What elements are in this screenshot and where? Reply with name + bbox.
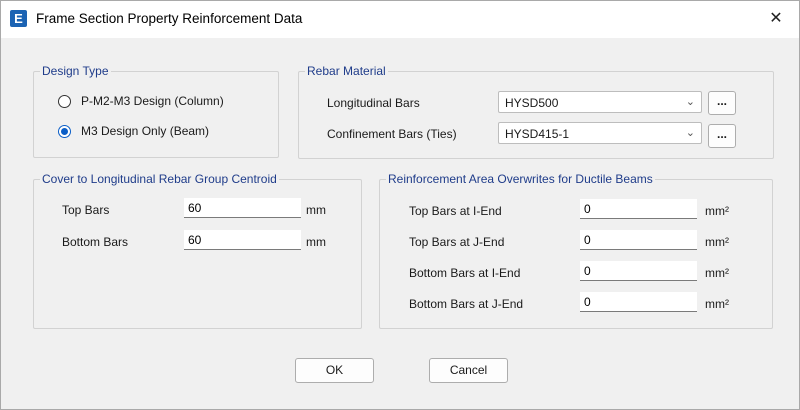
longitudinal-bars-value: HYSD500: [505, 96, 559, 110]
close-button[interactable]: ✕: [753, 1, 799, 37]
ok-button[interactable]: OK: [295, 358, 374, 383]
bottom-bars-j-end-label: Bottom Bars at J-End: [409, 297, 524, 311]
top-bars-cover-label: Top Bars: [62, 203, 110, 217]
bottom-bars-i-end-input[interactable]: [580, 261, 697, 281]
radio-pm2m3-design[interactable]: [58, 95, 71, 108]
top-bars-i-end-label: Top Bars at I-End: [409, 204, 502, 218]
radio-m3-label[interactable]: M3 Design Only (Beam): [81, 124, 209, 138]
title-bar: E Frame Section Property Reinforcement D…: [1, 1, 799, 38]
cover-group: Cover to Longitudinal Rebar Group Centro…: [33, 172, 362, 329]
window-title: Frame Section Property Reinforcement Dat…: [36, 11, 303, 26]
longitudinal-bars-label: Longitudinal Bars: [327, 96, 420, 110]
bottom-bars-cover-input[interactable]: [184, 230, 301, 250]
top-bars-j-end-label: Top Bars at J-End: [409, 235, 505, 249]
rebar-material-legend: Rebar Material: [307, 64, 386, 78]
bottom-bars-i-end-label: Bottom Bars at I-End: [409, 266, 521, 280]
longitudinal-bars-select[interactable]: HYSD500 ⌄: [498, 91, 702, 113]
top-bars-cover-unit: mm: [306, 203, 326, 217]
top-bars-cover-input[interactable]: [184, 198, 301, 218]
longitudinal-bars-browse-button[interactable]: ...: [708, 91, 736, 115]
top-bars-i-end-unit: mm²: [705, 204, 729, 218]
cancel-button[interactable]: Cancel: [429, 358, 508, 383]
bottom-bars-j-end-unit: mm²: [705, 297, 729, 311]
bottom-bars-j-end-input[interactable]: [580, 292, 697, 312]
bottom-bars-cover-label: Bottom Bars: [62, 235, 129, 249]
confinement-bars-select[interactable]: HYSD415-1 ⌄: [498, 122, 702, 144]
top-bars-i-end-input[interactable]: [580, 199, 697, 219]
etabs-app-icon: E: [10, 10, 27, 27]
bottom-bars-i-end-unit: mm²: [705, 266, 729, 280]
cover-legend: Cover to Longitudinal Rebar Group Centro…: [42, 172, 277, 186]
dialog-window: E Frame Section Property Reinforcement D…: [0, 0, 800, 410]
close-icon: ✕: [769, 10, 783, 27]
chevron-down-icon: ⌄: [685, 127, 695, 139]
top-bars-j-end-unit: mm²: [705, 235, 729, 249]
radio-pm2m3-label[interactable]: P-M2-M3 Design (Column): [81, 94, 224, 108]
confinement-bars-browse-button[interactable]: ...: [708, 124, 736, 148]
confinement-bars-value: HYSD415-1: [505, 127, 570, 141]
top-bars-j-end-input[interactable]: [580, 230, 697, 250]
bottom-bars-cover-unit: mm: [306, 235, 326, 249]
confinement-bars-label: Confinement Bars (Ties): [327, 127, 457, 141]
design-type-group: Design Type: [33, 64, 279, 158]
chevron-down-icon: ⌄: [685, 96, 695, 108]
radio-m3-design-only[interactable]: [58, 125, 71, 138]
overwrites-legend: Reinforcement Area Overwrites for Ductil…: [388, 172, 653, 186]
design-type-legend: Design Type: [42, 64, 109, 78]
